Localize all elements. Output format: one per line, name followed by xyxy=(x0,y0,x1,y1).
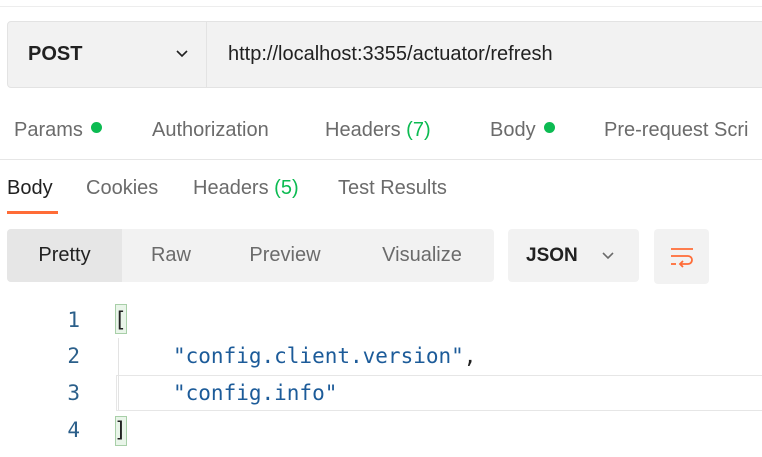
response-tab-test-results[interactable]: Test Results xyxy=(338,177,447,200)
json-string: "config.client.version" xyxy=(173,344,464,368)
view-mode-control: Pretty Raw Preview Visualize xyxy=(7,229,494,282)
response-tab-headers-label: Headers xyxy=(193,177,269,199)
code-line: [ xyxy=(114,308,127,332)
chevron-down-icon xyxy=(176,50,188,58)
tabs-divider xyxy=(0,159,762,160)
method-select[interactable]: POST xyxy=(8,22,207,87)
code-line: "config.client.version", xyxy=(173,344,476,368)
request-bar: POST http://localhost:3355/actuator/refr… xyxy=(7,21,762,88)
top-divider xyxy=(0,6,762,7)
active-tab-underline xyxy=(7,211,58,214)
tab-headers-label: Headers xyxy=(325,119,401,141)
tab-body[interactable]: Body xyxy=(490,119,555,142)
format-label: JSON xyxy=(526,245,578,266)
chevron-down-icon xyxy=(602,252,614,260)
tab-body-label: Body xyxy=(490,119,536,141)
line-number: 2 xyxy=(67,344,80,368)
tab-params[interactable]: Params xyxy=(14,119,102,142)
indent-guide xyxy=(118,338,119,410)
response-headers-count: (5) xyxy=(274,177,299,199)
format-select[interactable]: JSON xyxy=(508,229,639,282)
headers-count: (7) xyxy=(406,119,431,141)
line-number: 4 xyxy=(67,418,80,442)
view-preview-button[interactable]: Preview xyxy=(220,229,350,282)
body-indicator-dot xyxy=(543,122,555,133)
tab-authorization[interactable]: Authorization xyxy=(152,119,269,142)
line-number: 1 xyxy=(67,308,80,332)
view-visualize-button[interactable]: Visualize xyxy=(350,229,494,282)
tab-prerequest-script[interactable]: Pre-request Scri xyxy=(604,119,749,142)
json-string: "config.info" xyxy=(173,381,338,405)
wrap-lines-button[interactable] xyxy=(654,229,709,284)
code-line: ] xyxy=(114,418,127,442)
tab-params-label: Params xyxy=(14,119,83,141)
url-input[interactable]: http://localhost:3355/actuator/refresh xyxy=(228,43,553,66)
json-comma: , xyxy=(463,344,477,368)
wrap-lines-icon xyxy=(671,248,693,268)
method-label: POST xyxy=(28,43,83,65)
response-tab-headers[interactable]: Headers (5) xyxy=(193,177,299,200)
response-tab-cookies[interactable]: Cookies xyxy=(86,177,158,200)
tab-headers[interactable]: Headers (7) xyxy=(325,119,431,142)
request-tabs: Params Authorization Headers (7) Body Pr… xyxy=(0,112,762,152)
line-number: 3 xyxy=(67,381,80,405)
response-tab-body[interactable]: Body xyxy=(7,177,53,200)
view-pretty-button[interactable]: Pretty xyxy=(7,229,122,282)
view-raw-button[interactable]: Raw xyxy=(122,229,220,282)
params-indicator-dot xyxy=(90,122,102,133)
